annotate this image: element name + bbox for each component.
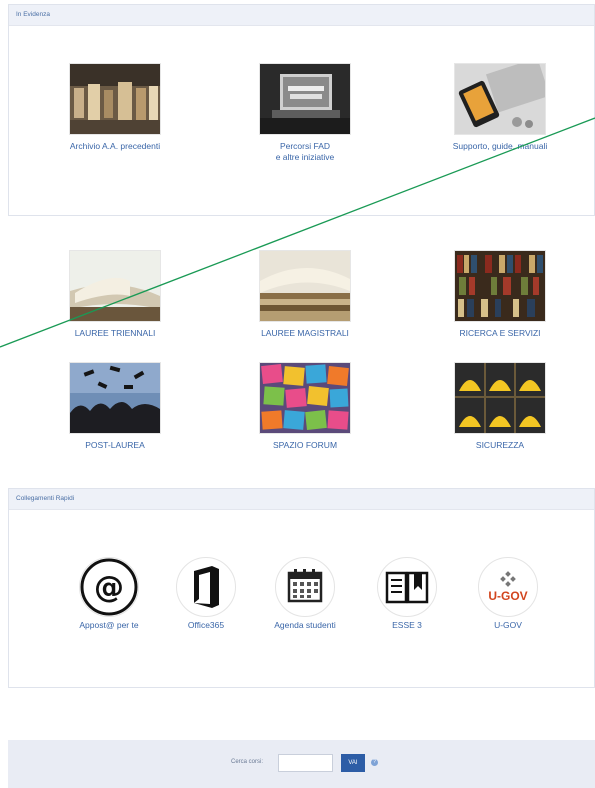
quicklink-ugov[interactable]: U-GOV U-GOV — [458, 557, 558, 630]
help-icon[interactable]: ? — [371, 759, 378, 766]
quicklink-office365[interactable]: Office365 — [156, 557, 256, 630]
tile-post-laurea-label[interactable]: POST-LAUREA — [40, 440, 190, 451]
search-bar: Cerca corsi: VAI ? — [8, 740, 595, 788]
quicklink-esse3-label[interactable]: ESSE 3 — [357, 620, 457, 630]
phone-keyboard-photo — [454, 63, 546, 135]
book-icon — [377, 557, 437, 617]
search-input[interactable] — [278, 754, 333, 772]
tile-archivio-label[interactable]: Archivio A.A. precedenti — [40, 141, 190, 152]
tile-ricerca-servizi-label[interactable]: RICERCA E SERVIZI — [425, 328, 575, 339]
quicklink-ugov-label[interactable]: U-GOV — [458, 620, 558, 630]
search-button[interactable]: VAI — [341, 754, 365, 772]
bookshelf-photo — [454, 250, 546, 322]
ugov-logo-text: U-GOV — [488, 589, 527, 603]
quicklink-office365-label[interactable]: Office365 — [156, 620, 256, 630]
tile-spazio-forum[interactable]: SPAZIO FORUM — [230, 362, 380, 451]
tile-percorsi-fad[interactable]: Percorsi FAD e altre iniziative — [230, 63, 380, 163]
tile-ricerca-servizi[interactable]: RICERCA E SERVIZI — [425, 250, 575, 339]
tile-archivio[interactable]: Archivio A.A. precedenti — [40, 63, 190, 152]
graduation-caps-photo — [69, 362, 161, 434]
svg-text:@: @ — [94, 570, 124, 605]
tile-lauree-magistrali[interactable]: LAUREE MAGISTRALI — [230, 250, 380, 339]
quicklink-agenda[interactable]: Agenda studenti — [255, 557, 355, 630]
quicklink-esse3[interactable]: ESSE 3 — [357, 557, 457, 630]
search-label: Cerca corsi: — [231, 759, 264, 765]
office-icon — [176, 557, 236, 617]
tile-supporto-label[interactable]: Supporto, guide, manuali — [425, 141, 575, 152]
evidence-panel-title: In Evidenza — [9, 5, 594, 26]
quicklink-appost-label[interactable]: Appost@ per te — [59, 620, 159, 630]
tile-spazio-forum-label[interactable]: SPAZIO FORUM — [230, 440, 380, 451]
archive-photo — [69, 63, 161, 135]
tile-supporto[interactable]: Supporto, guide, manuali — [425, 63, 575, 152]
book-stack-photo — [259, 250, 351, 322]
tile-post-laurea[interactable]: POST-LAUREA — [40, 362, 190, 451]
tile-lauree-triennali-label[interactable]: LAUREE TRIENNALI — [40, 328, 190, 339]
tile-sicurezza[interactable]: SICUREZZA — [425, 362, 575, 451]
tile-lauree-magistrali-label[interactable]: LAUREE MAGISTRALI — [230, 328, 380, 339]
tile-sicurezza-label[interactable]: SICUREZZA — [425, 440, 575, 451]
quicklink-appost[interactable]: @ Appost@ per te — [59, 557, 159, 630]
quicklinks-panel-title: Collegamenti Rapidi — [9, 489, 594, 510]
sticky-notes-photo — [259, 362, 351, 434]
calendar-icon — [275, 557, 335, 617]
quicklink-agenda-label[interactable]: Agenda studenti — [255, 620, 355, 630]
hard-hats-photo — [454, 362, 546, 434]
tile-lauree-triennali[interactable]: LAUREE TRIENNALI — [40, 250, 190, 339]
ugov-logo-icon: U-GOV — [478, 557, 538, 617]
open-book-photo — [69, 250, 161, 322]
at-sign-icon: @ — [79, 557, 139, 617]
learning-laptop-photo — [259, 63, 351, 135]
tile-percorsi-fad-label[interactable]: Percorsi FAD e altre iniziative — [230, 141, 380, 163]
